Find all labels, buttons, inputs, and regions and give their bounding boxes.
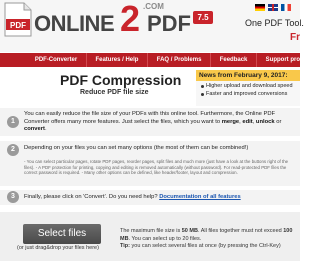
french-flag-icon[interactable] [281,4,291,11]
step-3-text: Finally, please click on 'Convert'. Do y… [24,194,241,200]
file-limits-text: The maximum file size is 50 MB. All file… [120,228,293,242]
step-2-details: - You can select particular pages, rotat… [24,159,289,176]
step-2: 2 Depending on your files you can set ma… [0,141,300,186]
nav-pdf-converter[interactable]: PDF-Converter [35,57,77,63]
tagline: One PDF Tool. [245,18,304,28]
logo-text-com: .COM [143,2,164,11]
page-subtitle: Reduce PDF file size [80,89,149,96]
nav-faq-problems[interactable]: FAQ / Problems [157,57,202,63]
news-item-text: Higher upload and download speed [206,83,293,89]
nav-features-help[interactable]: Features / Help [95,57,138,63]
nav-divider [210,53,211,67]
bullet-icon [201,84,204,88]
select-files-button[interactable]: Select files [23,224,101,244]
nav-divider [256,53,257,67]
svg-text:PDF: PDF [10,21,26,30]
version-badge: 7.5 [193,11,213,24]
news-heading: News from February 9, 2017: [196,70,300,81]
step-3: 3 Finally, please click on 'Convert'. Do… [0,190,300,205]
nav-divider [85,53,87,67]
step-2-text: Depending on your files you can set many… [24,145,249,151]
nav-divider [147,53,149,67]
step-number: 2 [7,144,19,156]
logo-text-2: 2 [120,0,140,39]
site-header: PDF ONLINE 2 PDF .COM 7.5 One PDF Tool. … [0,0,304,52]
language-switcher [255,4,291,11]
english-flag-icon[interactable] [268,4,278,11]
documentation-link[interactable]: Documentation of all features [159,194,241,200]
step-1: 1 You can easily reduce the file size of… [0,108,300,136]
bullet-icon [201,92,204,96]
tagline-cut: Fr [290,32,300,43]
tip-text: Tip: you can select several files at onc… [120,243,281,249]
german-flag-icon[interactable] [255,4,265,11]
news-item: Faster and improved conversions [201,91,300,97]
page-title: PDF Compression [60,72,182,88]
step-1-text: You can easily reduce the file size of y… [24,111,282,132]
news-item-text: Faster and improved conversions [206,91,288,97]
step-number: 3 [7,191,19,203]
news-box: News from February 9, 2017: Higher uploa… [196,70,300,106]
nav-feedback[interactable]: Feedback [220,57,248,63]
main-nav: PDF-Converter Features / Help FAQ / Prob… [0,53,300,67]
logo-text-pdf: PDF [147,11,191,36]
news-item: Higher upload and download speed [201,83,300,89]
logo-text-online: ONLINE [34,11,115,36]
dragdrop-hint: (or just drag&drop your files here) [17,245,99,251]
pdf-logo-icon: PDF [4,2,32,37]
nav-support[interactable]: Support pro [266,57,300,63]
step-number: 1 [7,116,19,128]
